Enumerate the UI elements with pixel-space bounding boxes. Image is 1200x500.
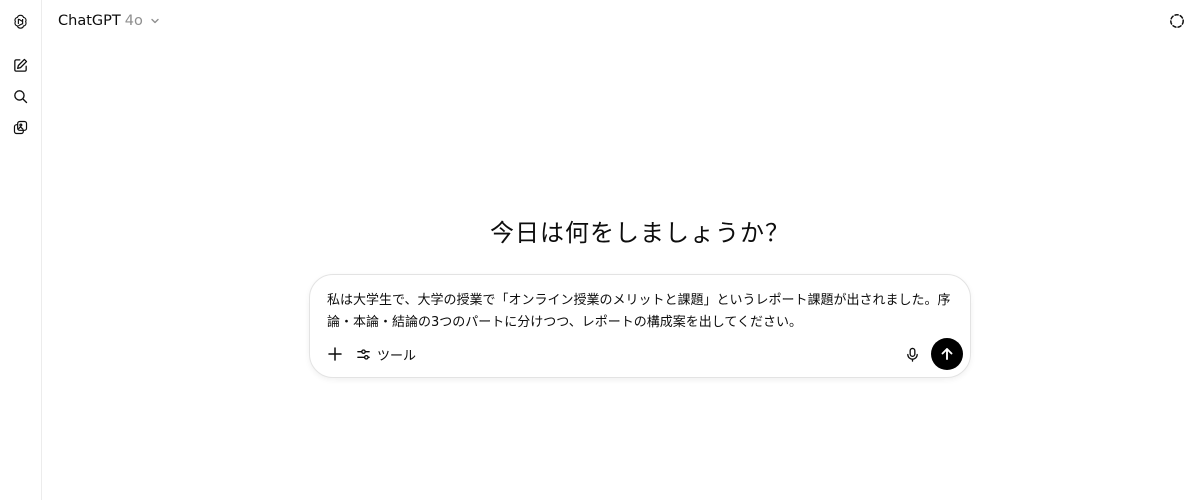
plus-icon — [328, 347, 342, 361]
arrow-up-icon — [941, 348, 953, 360]
temporary-chat-icon — [1170, 14, 1184, 28]
temporary-chat-button[interactable] — [1166, 10, 1188, 32]
search-button[interactable] — [7, 83, 33, 109]
chevron-down-icon — [151, 18, 159, 24]
openai-logo-button[interactable] — [7, 8, 33, 34]
microphone-icon — [906, 347, 918, 362]
tools-label: ツール — [377, 348, 417, 364]
chatgpt-app: ChatGPT 4o 今日は何をしましょうか？ 私は大学生で、大学の授業で「オン… — [0, 0, 1200, 500]
sliders-icon — [357, 348, 370, 360]
model-selector[interactable]: ChatGPT 4o — [58, 11, 161, 31]
page-headline: 今日は何をしましょうか？ — [490, 219, 790, 247]
new-chat-button[interactable] — [7, 52, 33, 78]
library-button[interactable] — [7, 114, 33, 140]
send-button[interactable] — [931, 338, 963, 370]
prompt-input[interactable]: 私は大学生で、大学の授業で「オンライン授業のメリットと課題」というレポート課題が… — [327, 290, 955, 334]
dictate-button[interactable] — [901, 343, 923, 365]
app-title: ChatGPT — [58, 13, 121, 29]
tools-button[interactable]: ツール — [356, 343, 416, 365]
model-name: 4o — [124, 13, 143, 29]
prompt-composer: 私は大学生で、大学の授業で「オンライン授業のメリットと課題」というレポート課題が… — [309, 274, 971, 378]
library-icon — [13, 120, 27, 134]
new-chat-icon — [13, 58, 27, 72]
sidebar-rail — [0, 0, 42, 500]
attach-button[interactable] — [324, 343, 346, 365]
openai-logo-icon — [13, 14, 27, 29]
search-icon — [13, 89, 27, 103]
